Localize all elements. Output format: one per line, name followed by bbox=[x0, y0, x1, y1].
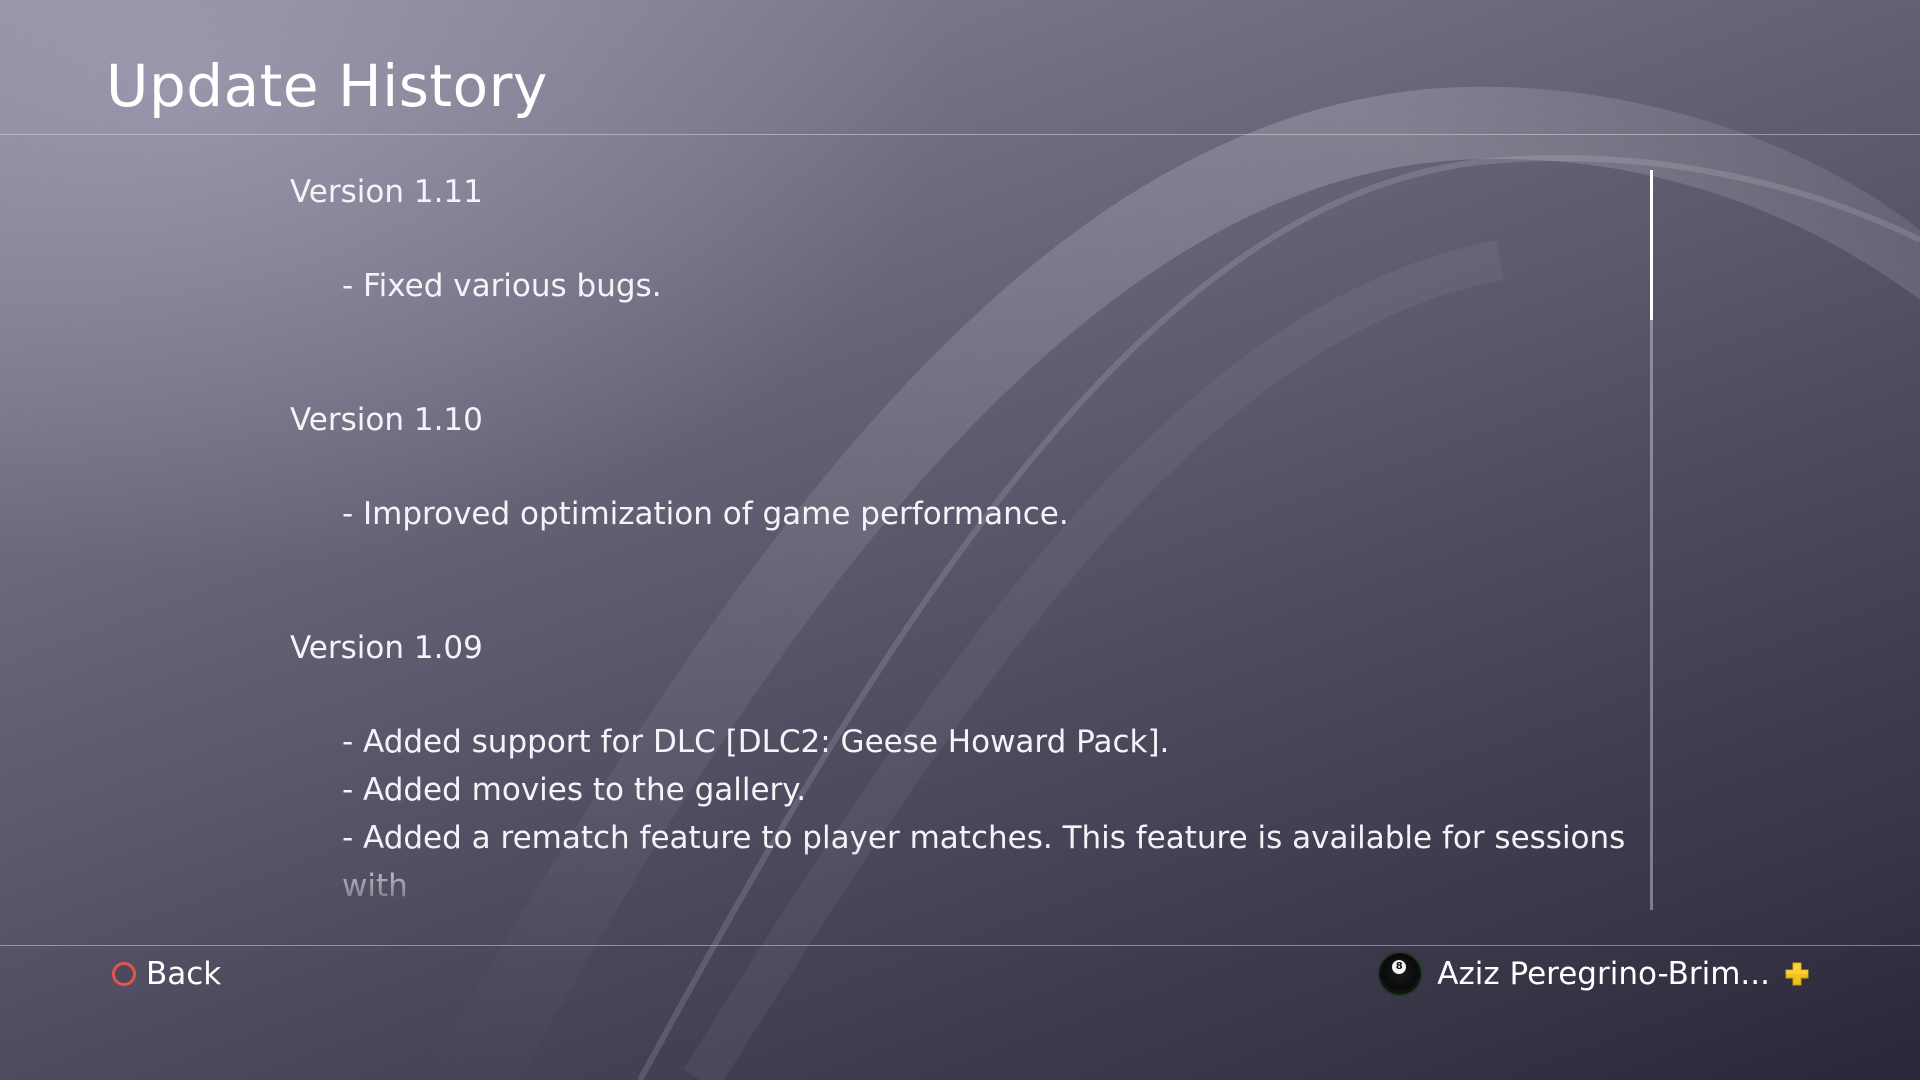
eight-ball-avatar-icon: 8 bbox=[1379, 953, 1422, 995]
playstation-plus-icon bbox=[1785, 962, 1809, 986]
page-title: Update History bbox=[106, 52, 548, 120]
version-block: Version 1.09 - Added support for DLC [DLC… bbox=[290, 624, 1650, 903]
header-divider bbox=[0, 134, 1920, 135]
scrollbar[interactable] bbox=[1650, 170, 1653, 910]
release-note: - Improved optimization of game performa… bbox=[342, 496, 1069, 532]
version-title: Version 1.11 bbox=[290, 174, 483, 210]
release-note: - Added a rematch feature to player matc… bbox=[342, 820, 1626, 903]
circle-button-icon bbox=[112, 962, 136, 986]
version-block: Version 1.11 - Fixed various bugs. bbox=[290, 168, 1650, 310]
footer-divider bbox=[0, 945, 1920, 946]
user-info: 8 Aziz Peregrino-Brim... bbox=[1379, 950, 1810, 998]
version-title: Version 1.09 bbox=[290, 630, 483, 666]
back-label: Back bbox=[146, 956, 222, 992]
version-title: Version 1.10 bbox=[290, 402, 483, 438]
release-notes-list: - Added support for DLC [DLC2: Geese How… bbox=[290, 718, 1650, 903]
release-note: - Fixed various bugs. bbox=[342, 268, 662, 304]
version-block: Version 1.10 - Improved optimization of g… bbox=[290, 396, 1650, 538]
release-notes-list: - Improved optimization of game performa… bbox=[290, 490, 1650, 538]
back-button[interactable]: Back bbox=[112, 952, 221, 996]
username: Aziz Peregrino-Brim... bbox=[1437, 956, 1770, 992]
scrollbar-thumb[interactable] bbox=[1650, 170, 1653, 320]
release-notes-list: - Fixed various bugs. bbox=[290, 262, 1650, 310]
release-note: - Added movies to the gallery. bbox=[342, 772, 807, 808]
release-note: - Added support for DLC [DLC2: Geese How… bbox=[342, 724, 1170, 760]
update-history-content[interactable]: Version 1.11- Fixed various bugs. Version… bbox=[290, 168, 1650, 903]
